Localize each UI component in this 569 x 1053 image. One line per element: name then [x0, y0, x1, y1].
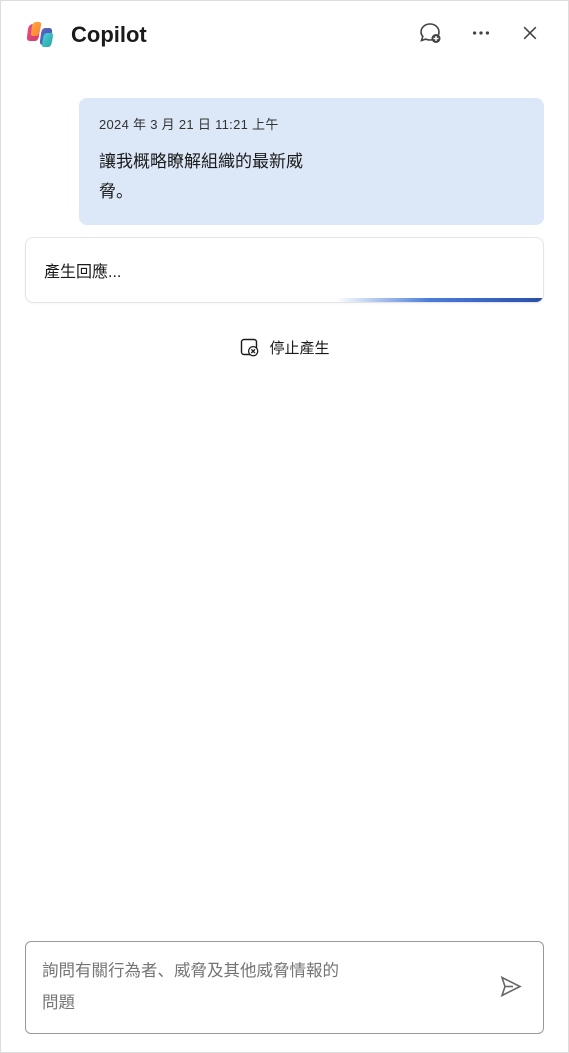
message-timestamp: 2024 年 3 月 21 日 11:21 上午	[99, 114, 524, 133]
stop-generating-button[interactable]: 停止產生	[227, 331, 341, 364]
send-button[interactable]	[493, 968, 529, 1007]
close-icon	[520, 23, 540, 46]
send-icon	[499, 974, 523, 1001]
response-status-text: 產生回應...	[44, 264, 121, 281]
copilot-logo-icon	[25, 19, 57, 51]
input-box[interactable]	[25, 941, 544, 1034]
stop-generating-label: 停止產生	[269, 337, 329, 358]
stop-icon	[239, 337, 259, 357]
more-horizontal-icon	[470, 22, 492, 47]
user-message: 2024 年 3 月 21 日 11:21 上午 讓我概略瞭解組織的最新威脅。	[79, 98, 544, 225]
header-actions	[414, 17, 544, 52]
input-area	[1, 927, 568, 1052]
header: Copilot	[1, 1, 568, 66]
response-status-card: 產生回應...	[25, 237, 544, 303]
chat-area: 2024 年 3 月 21 日 11:21 上午 讓我概略瞭解組織的最新威脅。 …	[1, 66, 568, 927]
close-button[interactable]	[516, 19, 544, 50]
prompt-input[interactable]	[42, 956, 342, 1019]
app-title: Copilot	[71, 22, 147, 48]
chat-plus-icon	[418, 21, 442, 48]
more-options-button[interactable]	[466, 18, 496, 51]
header-left: Copilot	[25, 19, 147, 51]
message-text: 讓我概略瞭解組織的最新威脅。	[99, 147, 309, 207]
new-chat-button[interactable]	[414, 17, 446, 52]
